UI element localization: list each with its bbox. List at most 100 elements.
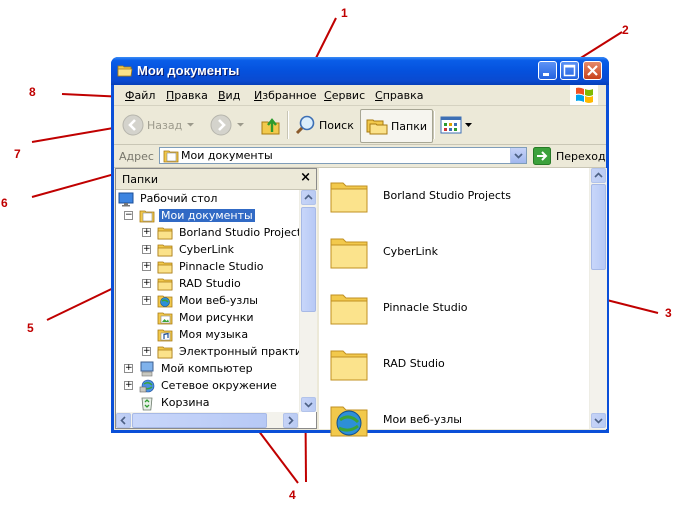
menu-bar: Файл Правка Вид Избранное Сервис Справка [114, 85, 606, 106]
tree-item[interactable]: Мои рисунки [142, 309, 256, 326]
up-folder-button[interactable] [260, 109, 282, 141]
content-item-label: RAD Studio [383, 356, 445, 370]
minimize-icon [543, 73, 549, 76]
close-pane-icon[interactable]: × [300, 170, 311, 185]
maximize-icon [563, 64, 576, 77]
arrow-down-icon [594, 418, 603, 424]
folder-pane: Папки × Рабочий стол − Мои документы + Borla… [115, 168, 317, 429]
toolbar-separator [287, 111, 289, 139]
folder-icon [330, 294, 368, 325]
windows-logo [570, 85, 598, 105]
tree-item[interactable]: Моя музыка [142, 326, 250, 343]
expand-icon[interactable]: + [142, 228, 151, 237]
arrow-left-icon [120, 416, 126, 425]
close-button[interactable] [583, 61, 602, 80]
callout-number-4: 4 [289, 488, 296, 502]
scroll-right-button[interactable] [283, 413, 298, 428]
tree-item[interactable]: − Мои документы [124, 207, 255, 224]
tree-item[interactable]: + Мой компьютер [124, 360, 255, 377]
scroll-left-button[interactable] [116, 413, 131, 428]
folders-button[interactable]: Папки [360, 109, 433, 143]
toolbar: Назад Поиск Папки [114, 106, 606, 145]
tree-item[interactable]: Рабочий стол [118, 190, 219, 207]
tree-item[interactable]: + RAD Studio [142, 275, 243, 292]
tree-item-label: RAD Studio [179, 277, 241, 290]
scroll-up-button[interactable] [591, 168, 606, 183]
content-item-label: CyberLink [383, 244, 438, 258]
tree-item-label: Электронный практикум [179, 345, 299, 358]
menu-help[interactable]: Справка [375, 89, 423, 102]
go-label: Переход [556, 149, 606, 163]
address-value: Мои документы [181, 149, 273, 162]
expand-icon[interactable]: + [142, 347, 151, 356]
scroll-down-button[interactable] [301, 397, 316, 412]
content-vertical-scrollbar[interactable] [589, 168, 607, 429]
arrow-up-icon [304, 194, 313, 200]
forward-button[interactable] [210, 109, 245, 141]
view-grid-icon [440, 116, 462, 134]
tree-item[interactable]: + CyberLink [142, 241, 236, 258]
scroll-up-button[interactable] [301, 190, 316, 205]
collapse-icon[interactable]: − [124, 211, 133, 220]
callout-number-8: 8 [29, 85, 36, 99]
scroll-down-button[interactable] [591, 413, 606, 428]
tree-item[interactable]: + Pinnacle Studio [142, 258, 266, 275]
expand-icon[interactable]: + [142, 245, 151, 254]
scroll-thumb[interactable] [132, 413, 267, 428]
arrow-right-icon [288, 416, 294, 425]
scroll-thumb[interactable] [591, 184, 606, 270]
content-pane: Borland Studio Projects CyberLink Pinnacle… [319, 168, 607, 437]
content-item[interactable]: CyberLink [329, 231, 438, 271]
folder-pane-title: Папки [122, 173, 158, 186]
window-client-area: Файл Правка Вид Избранное Сервис Справка [114, 85, 607, 437]
tree-item-label: Мои рисунки [179, 311, 254, 324]
tree-item-label: Borland Studio Projects [179, 226, 299, 239]
content-item-label: Мои веб-узлы [383, 412, 462, 426]
back-button[interactable]: Назад [122, 109, 195, 141]
address-dropdown[interactable] [510, 148, 526, 163]
callout-number-3: 3 [665, 306, 672, 320]
content-item-label: Pinnacle Studio [383, 300, 468, 314]
folder-icon [330, 182, 368, 213]
search-label: Поиск [319, 118, 354, 132]
tree-item[interactable]: + Электронный практикум [142, 343, 299, 360]
expand-icon[interactable]: + [142, 296, 151, 305]
menu-tools[interactable]: Сервис [324, 89, 365, 102]
expand-icon[interactable]: + [124, 381, 133, 390]
tree-item[interactable]: + Сетевое окружение [124, 377, 279, 394]
pictures-folder-icon [157, 312, 173, 324]
folder-tree: Рабочий стол − Мои документы + Borland Studi… [116, 190, 299, 412]
menu-view[interactable]: Вид [218, 89, 240, 102]
search-icon [295, 115, 315, 135]
menu-favorites[interactable]: Избранное [254, 89, 316, 102]
tree-item[interactable]: + Мои веб-узлы [142, 292, 260, 309]
title-bar[interactable]: Мои документы [111, 57, 609, 85]
scroll-thumb[interactable] [301, 207, 316, 312]
expand-icon[interactable]: + [142, 262, 151, 271]
explorer-window: Мои документы Файл Правка Вид Избранное … [111, 57, 609, 437]
content-item[interactable]: RAD Studio [329, 343, 445, 383]
minimize-button[interactable] [538, 61, 557, 80]
content-item[interactable]: Pinnacle Studio [329, 287, 468, 327]
folder-icon [157, 227, 173, 239]
content-item[interactable]: Мои веб-узлы [329, 399, 462, 439]
music-folder-icon [157, 329, 173, 341]
computer-icon [140, 361, 154, 376]
views-button[interactable] [440, 109, 472, 141]
address-field[interactable]: Мои документы [159, 147, 527, 164]
folder-pane-vertical-scrollbar[interactable] [299, 190, 317, 412]
tree-item[interactable]: + Borland Studio Projects [142, 224, 299, 241]
folder-pane-horizontal-scrollbar[interactable] [116, 412, 299, 428]
go-button[interactable]: Переход [533, 147, 606, 165]
tree-item-label: Мои документы [159, 209, 255, 222]
expand-icon[interactable]: + [124, 364, 133, 373]
tree-item[interactable]: Корзина [124, 394, 211, 411]
close-icon [587, 65, 598, 76]
search-button[interactable]: Поиск [294, 109, 354, 141]
expand-icon[interactable]: + [142, 279, 151, 288]
menu-edit[interactable]: Правка [166, 89, 208, 102]
menu-file[interactable]: Файл [125, 89, 155, 102]
content-item[interactable]: Borland Studio Projects [329, 175, 511, 215]
up-folder-icon [261, 118, 280, 135]
maximize-button[interactable] [560, 61, 579, 80]
